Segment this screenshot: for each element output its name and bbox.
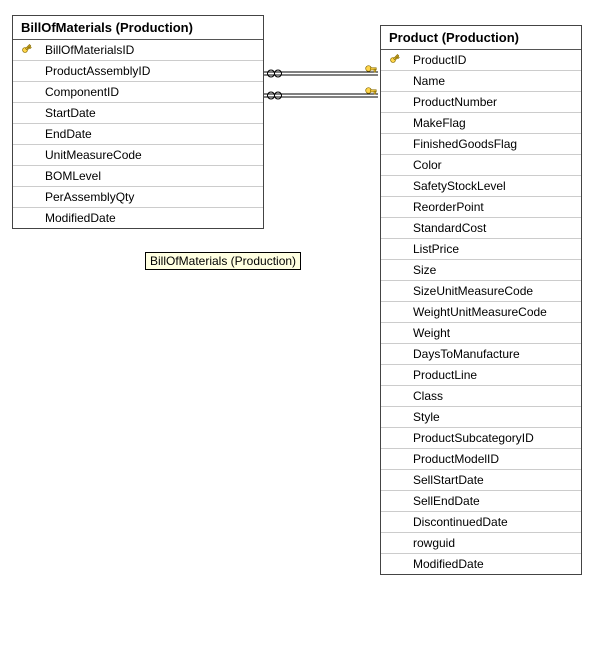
column-row[interactable]: ComponentID xyxy=(13,82,263,103)
column-row[interactable]: Class xyxy=(381,386,581,407)
key-end-icon xyxy=(366,66,377,72)
column-name: ListPrice xyxy=(413,242,459,256)
column-row[interactable]: ProductLine xyxy=(381,365,581,386)
column-name: SizeUnitMeasureCode xyxy=(413,284,533,298)
column-row[interactable]: FinishedGoodsFlag xyxy=(381,134,581,155)
column-name: Name xyxy=(413,74,445,88)
column-name: MakeFlag xyxy=(413,116,466,130)
column-name: SellEndDate xyxy=(413,494,480,508)
column-name: UnitMeasureCode xyxy=(45,148,142,162)
column-row[interactable]: SizeUnitMeasureCode xyxy=(381,281,581,302)
column-name: StartDate xyxy=(45,106,96,120)
column-name: ModifiedDate xyxy=(413,557,484,571)
column-row[interactable]: ProductID xyxy=(381,50,581,71)
column-name: ProductLine xyxy=(413,368,477,382)
column-name: ProductSubcategoryID xyxy=(413,431,534,445)
relationship-line-assembly[interactable] xyxy=(264,66,378,77)
column-name: ProductID xyxy=(413,53,466,67)
column-name: Style xyxy=(413,410,440,424)
diagram-canvas: { "tables": { "bom": { "title": "BillOfM… xyxy=(0,0,598,649)
column-row[interactable]: ListPrice xyxy=(381,239,581,260)
column-name: DaysToManufacture xyxy=(413,347,520,361)
column-name: FinishedGoodsFlag xyxy=(413,137,517,151)
column-name: WeightUnitMeasureCode xyxy=(413,305,547,319)
entity-billofmaterials[interactable]: BillOfMaterials (Production) BillOfMater… xyxy=(12,15,264,229)
column-name: ProductNumber xyxy=(413,95,497,109)
column-row[interactable]: SellEndDate xyxy=(381,491,581,512)
column-row[interactable]: ProductModelID xyxy=(381,449,581,470)
column-name: ProductAssemblyID xyxy=(45,64,150,78)
column-name: EndDate xyxy=(45,127,92,141)
column-row[interactable]: rowguid xyxy=(381,533,581,554)
column-row[interactable]: SellStartDate xyxy=(381,470,581,491)
primary-key-icon xyxy=(21,42,35,58)
entity-title: BillOfMaterials (Production) xyxy=(13,16,263,40)
column-row[interactable]: DiscontinuedDate xyxy=(381,512,581,533)
column-row[interactable]: BOMLevel xyxy=(13,166,263,187)
column-row[interactable]: SafetyStockLevel xyxy=(381,176,581,197)
entity-product[interactable]: Product (Production) ProductID Name Produc… xyxy=(380,25,582,575)
relationship-line-component[interactable] xyxy=(264,88,378,99)
column-row[interactable]: DaysToManufacture xyxy=(381,344,581,365)
infinity-icon xyxy=(268,92,282,99)
column-name: BOMLevel xyxy=(45,169,101,183)
column-row[interactable]: ProductAssemblyID xyxy=(13,61,263,82)
column-row[interactable]: StandardCost xyxy=(381,218,581,239)
column-name: StandardCost xyxy=(413,221,486,235)
entity-title: Product (Production) xyxy=(381,26,581,50)
column-name: Color xyxy=(413,158,442,172)
column-row[interactable]: MakeFlag xyxy=(381,113,581,134)
column-name: BillOfMaterialsID xyxy=(45,43,134,57)
key-end-icon xyxy=(366,88,377,94)
column-row[interactable]: PerAssemblyQty xyxy=(13,187,263,208)
column-row[interactable]: ProductSubcategoryID xyxy=(381,428,581,449)
column-row[interactable]: Style xyxy=(381,407,581,428)
column-row[interactable]: ModifiedDate xyxy=(13,208,263,228)
primary-key-icon xyxy=(389,52,403,68)
column-name: PerAssemblyQty xyxy=(45,190,134,204)
column-name: SafetyStockLevel xyxy=(413,179,506,193)
column-row[interactable]: ModifiedDate xyxy=(381,554,581,574)
column-name: Weight xyxy=(413,326,450,340)
column-row[interactable]: BillOfMaterialsID xyxy=(13,40,263,61)
column-row[interactable]: StartDate xyxy=(13,103,263,124)
infinity-icon xyxy=(268,70,282,77)
column-name: SellStartDate xyxy=(413,473,484,487)
column-name: ReorderPoint xyxy=(413,200,484,214)
column-row[interactable]: ProductNumber xyxy=(381,92,581,113)
column-row[interactable]: Size xyxy=(381,260,581,281)
column-name: DiscontinuedDate xyxy=(413,515,508,529)
column-name: Class xyxy=(413,389,443,403)
column-name: ModifiedDate xyxy=(45,211,116,225)
column-row[interactable]: Weight xyxy=(381,323,581,344)
column-name: rowguid xyxy=(413,536,455,550)
column-row[interactable]: Name xyxy=(381,71,581,92)
tooltip: BillOfMaterials (Production) xyxy=(145,252,301,270)
column-name: ProductModelID xyxy=(413,452,499,466)
column-row[interactable]: EndDate xyxy=(13,124,263,145)
column-row[interactable]: UnitMeasureCode xyxy=(13,145,263,166)
column-row[interactable]: ReorderPoint xyxy=(381,197,581,218)
column-row[interactable]: WeightUnitMeasureCode xyxy=(381,302,581,323)
column-row[interactable]: Color xyxy=(381,155,581,176)
column-name: ComponentID xyxy=(45,85,119,99)
column-name: Size xyxy=(413,263,436,277)
